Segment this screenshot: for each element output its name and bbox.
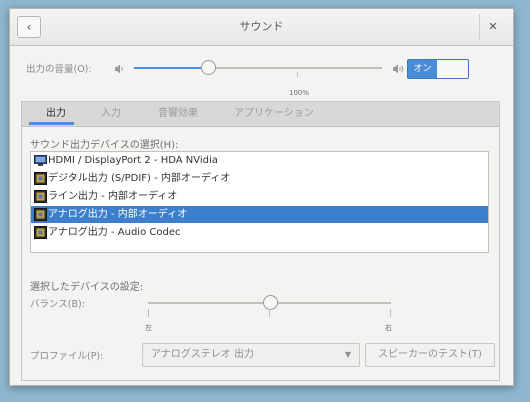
monitor-icon	[34, 155, 47, 166]
volume-100-tick	[297, 72, 298, 77]
list-item-label: アナログ出力 - 内部オーディオ	[48, 209, 188, 220]
sound-card-icon	[34, 190, 47, 203]
list-item[interactable]: デジタル出力 (S/PDIF) - 内部オーディオ	[31, 170, 488, 187]
list-item[interactable]: ライン出力 - 内部オーディオ	[31, 188, 488, 205]
close-button[interactable]: ✕	[484, 18, 502, 36]
output-device-list: HDMI / DisplayPort 2 - HDA NVidia デジタル出力…	[30, 151, 489, 253]
dropdown-arrow-icon: ▼	[344, 350, 351, 359]
tab-input[interactable]: 入力	[101, 102, 121, 126]
sound-card-icon	[34, 226, 47, 239]
profile-select-value: アナログステレオ 出力	[151, 349, 254, 360]
list-item-selected[interactable]: アナログ出力 - 内部オーディオ	[31, 206, 488, 223]
balance-center-tick	[269, 309, 270, 317]
volume-100-mark-label: 100%	[289, 89, 310, 97]
device-settings-title: 選択したデバイスの設定:	[30, 282, 144, 293]
titlebar-separator	[479, 14, 480, 40]
test-speakers-button[interactable]: スピーカーのテスト(T)	[365, 343, 495, 367]
list-item[interactable]: アナログ出力 - Audio Codec	[31, 224, 488, 241]
sound-settings-window: ‹ サウンド ✕ 出力の音量(O): 100% オン 出力 入力 音響効果 アプ…	[9, 8, 514, 386]
list-item[interactable]: HDMI / DisplayPort 2 - HDA NVidia	[31, 152, 488, 169]
list-item-label: HDMI / DisplayPort 2 - HDA NVidia	[48, 155, 218, 166]
balance-right-label: 右	[385, 324, 392, 332]
active-tab-indicator	[29, 122, 74, 125]
sound-card-icon	[34, 208, 47, 221]
sound-card-icon	[34, 172, 47, 185]
window-title: サウンド	[239, 20, 284, 33]
tab-applications[interactable]: アプリケーション	[234, 102, 314, 126]
output-mute-toggle[interactable]: オン	[407, 59, 469, 79]
balance-slider-knob[interactable]	[263, 295, 278, 310]
tab-bar: 出力 入力 音響効果 アプリケーション	[22, 102, 499, 127]
profile-select[interactable]: アナログステレオ 出力 ▼	[142, 343, 360, 367]
speaker-high-icon	[393, 64, 404, 74]
list-item-label: ライン出力 - 内部オーディオ	[48, 191, 178, 202]
speaker-low-icon	[115, 64, 123, 74]
balance-left-label: 左	[145, 324, 152, 332]
balance-label: バランス(B):	[30, 299, 85, 310]
list-item-label: アナログ出力 - Audio Codec	[48, 227, 181, 238]
tab-sound-effects[interactable]: 音響効果	[158, 102, 198, 126]
close-icon: ✕	[488, 20, 498, 33]
volume-slider-fill	[134, 67, 208, 69]
balance-left-tick	[148, 309, 149, 317]
output-volume-label: 出力の音量(O):	[26, 64, 92, 75]
balance-right-tick	[390, 309, 391, 317]
profile-label: プロファイル(P):	[30, 351, 104, 362]
volume-slider-knob[interactable]	[201, 60, 216, 75]
title-bar: ‹ サウンド ✕	[10, 9, 513, 46]
list-item-label: デジタル出力 (S/PDIF) - 内部オーディオ	[48, 173, 231, 184]
device-section-title: サウンド出力デバイスの選択(H):	[30, 140, 179, 151]
toggle-on-label: オン	[408, 60, 437, 78]
settings-panel: 出力 入力 音響効果 アプリケーション サウンド出力デバイスの選択(H): HD…	[21, 101, 500, 381]
